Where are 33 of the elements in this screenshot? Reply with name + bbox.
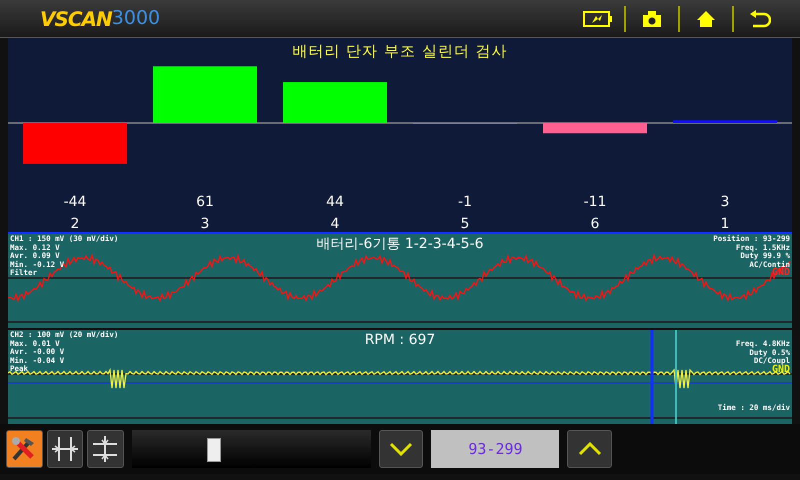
slider-thumb[interactable]: [207, 438, 222, 462]
cylinder-label: 5: [460, 216, 470, 232]
value-label: 3: [720, 194, 730, 210]
chevron-down-icon: [389, 442, 414, 456]
cd-cursor-button[interactable]: [87, 430, 124, 468]
cylinder-label: 2: [70, 216, 80, 232]
ground-label: GND: [772, 366, 790, 374]
position-slider[interactable]: [132, 430, 372, 468]
value-label: 44: [326, 194, 344, 210]
cylinder-label: 4: [330, 216, 340, 232]
value-label: -11: [584, 194, 606, 210]
battery-icon[interactable]: [583, 10, 613, 26]
ab-cursor-button[interactable]: [46, 430, 84, 468]
scope-title: 배터리-6기통 1-2-3-4-5-6: [316, 236, 484, 252]
position-field[interactable]: 93-299: [431, 430, 560, 468]
value-label: -44: [64, 194, 86, 210]
chart-title: 배터리 단자 부조 실린더 검사: [291, 41, 509, 62]
up-button[interactable]: [567, 430, 612, 468]
back-icon[interactable]: [749, 10, 771, 28]
cylinder-label: 6: [590, 216, 600, 232]
value-label: 61: [196, 194, 214, 210]
scope-title: RPM : 697: [364, 332, 436, 348]
cylinder-label: 1: [720, 216, 730, 232]
home-icon[interactable]: [696, 10, 716, 28]
chevron-up-icon: [578, 442, 602, 456]
tools-button[interactable]: [6, 430, 43, 468]
logo-number: 3000: [112, 6, 160, 32]
value-label: -1: [458, 194, 472, 210]
logo-text: VSCAN: [40, 6, 112, 32]
down-button[interactable]: [379, 430, 424, 468]
camera-icon[interactable]: [642, 10, 662, 28]
ab-cursor-icon: [50, 434, 80, 464]
cylinder-label: 3: [200, 216, 210, 232]
